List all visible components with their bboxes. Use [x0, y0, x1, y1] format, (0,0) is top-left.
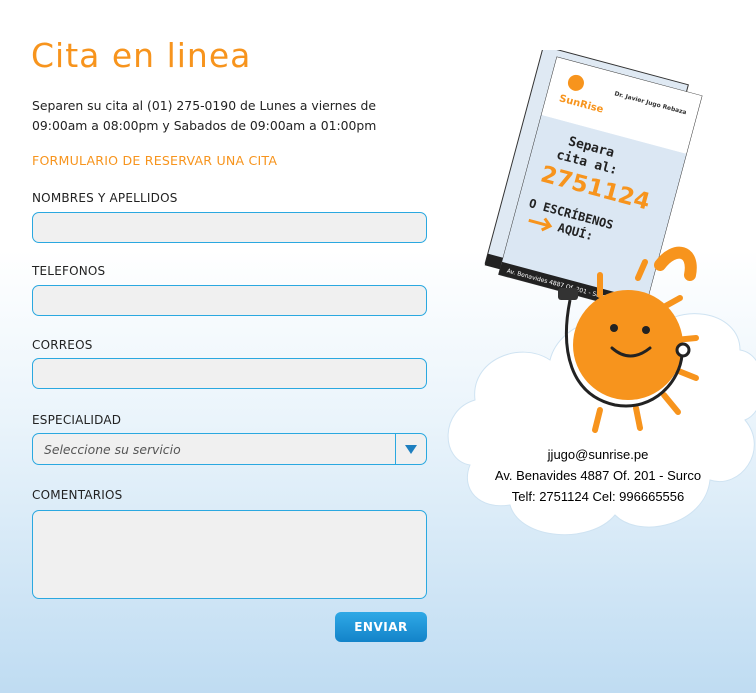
- names-input[interactable]: [32, 212, 427, 243]
- contact-email: jjugo@sunrise.pe: [547, 447, 649, 462]
- chevron-down-icon: [405, 445, 417, 454]
- submit-button[interactable]: ENVIAR: [335, 612, 427, 642]
- phones-input[interactable]: [32, 285, 427, 316]
- comments-textarea[interactable]: [32, 510, 427, 599]
- names-label: NOMBRES Y APELLIDOS: [32, 191, 178, 205]
- phones-label: TELEFONOS: [32, 264, 106, 278]
- comments-label: COMENTARIOS: [32, 488, 123, 502]
- contact-phones: Telf: 2751124 Cel: 996665556: [511, 489, 685, 504]
- page-title: Cita en linea: [31, 36, 252, 75]
- form-title: FORMULARIO DE RESERVAR UNA CITA: [32, 153, 278, 168]
- dropdown-toggle[interactable]: [395, 434, 426, 464]
- contact-address: Av. Benavides 4887 Of. 201 - Surco: [494, 468, 702, 483]
- email-label: CORREOS: [32, 338, 93, 352]
- email-input[interactable]: [32, 358, 427, 389]
- specialty-select[interactable]: Seleccione su servicio: [32, 433, 427, 465]
- specialty-placeholder: Seleccione su servicio: [44, 442, 181, 457]
- intro-text: Separen su cita al (01) 275-0190 de Lune…: [32, 98, 377, 133]
- specialty-label: ESPECIALIDAD: [32, 413, 122, 427]
